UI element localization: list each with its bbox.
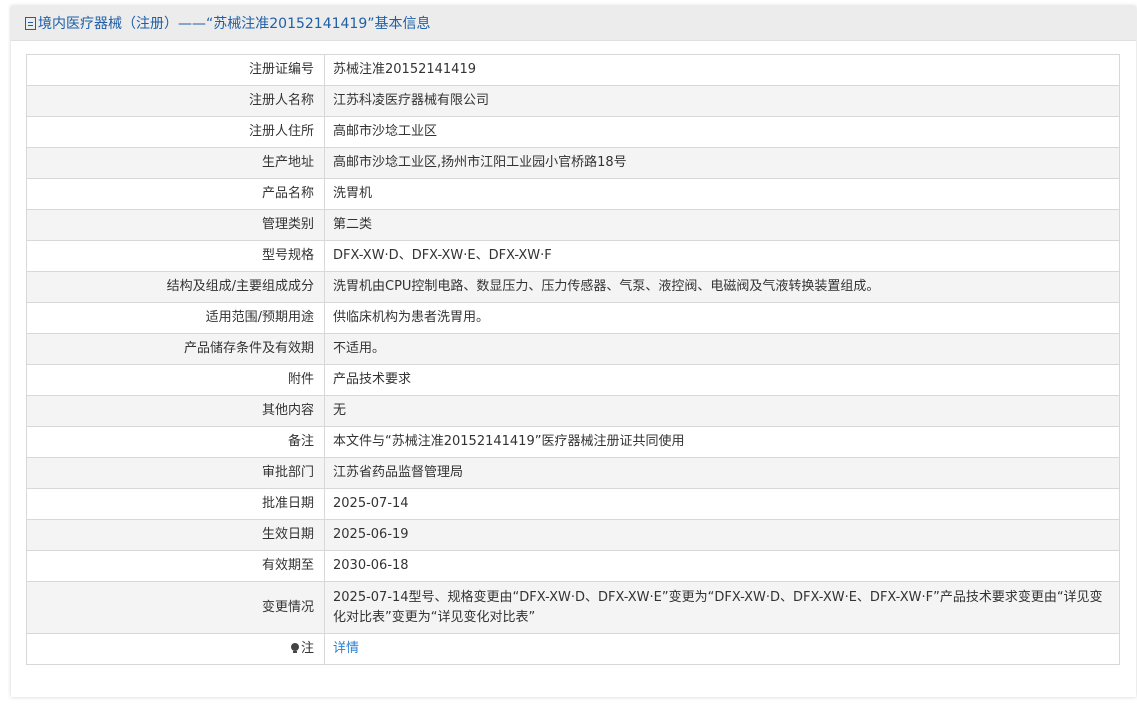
info-panel: 境内医疗器械（注册）——“苏械注准20152141419”基本信息 注册证编号 …: [11, 6, 1136, 697]
table-row: 有效期至 2030-06-18: [26, 550, 1120, 582]
row-value: 本文件与“苏械注准20152141419”医疗器械注册证共同使用: [324, 426, 1120, 458]
row-value: 第二类: [324, 209, 1120, 241]
row-label: 备注: [26, 426, 325, 458]
row-value: 2030-06-18: [324, 550, 1120, 582]
table-row: 审批部门 江苏省药品监督管理局: [26, 457, 1120, 489]
row-label: 注册人住所: [26, 116, 325, 148]
row-label: 结构及组成/主要组成成分: [26, 271, 325, 303]
row-value: DFX-XW·D、DFX-XW·E、DFX-XW·F: [324, 240, 1120, 272]
row-label: 变更情况: [26, 581, 325, 634]
table-row: 产品名称 洗胃机: [26, 178, 1120, 210]
row-label: 产品名称: [26, 178, 325, 210]
row-label: 管理类别: [26, 209, 325, 241]
table-row: 产品储存条件及有效期 不适用。: [26, 333, 1120, 365]
row-value: 高邮市沙埝工业区: [324, 116, 1120, 148]
info-table-wrapper: 注册证编号 苏械注准20152141419 注册人名称 江苏科凌医疗器械有限公司…: [26, 54, 1120, 665]
row-value: 无: [324, 395, 1120, 427]
row-label: 审批部门: [26, 457, 325, 489]
note-label-cell: 注: [26, 633, 325, 665]
row-value: 江苏科凌医疗器械有限公司: [324, 85, 1120, 117]
table-row: 生效日期 2025-06-19: [26, 519, 1120, 551]
row-value: 供临床机构为患者洗胃用。: [324, 302, 1120, 334]
row-value: 洗胃机由CPU控制电路、数显压力、压力传感器、气泵、液控阀、电磁阀及气液转换装置…: [324, 271, 1120, 303]
row-label: 生产地址: [26, 147, 325, 179]
row-value: 产品技术要求: [324, 364, 1120, 396]
row-label: 生效日期: [26, 519, 325, 551]
row-value: 高邮市沙埝工业区,扬州市江阳工业园小官桥路18号: [324, 147, 1120, 179]
table-row: 其他内容 无: [26, 395, 1120, 427]
row-value: 不适用。: [324, 333, 1120, 365]
row-label: 有效期至: [26, 550, 325, 582]
document-icon: [25, 16, 36, 30]
table-row: 适用范围/预期用途 供临床机构为患者洗胃用。: [26, 302, 1120, 334]
table-row: 批准日期 2025-07-14: [26, 488, 1120, 520]
table-row: 注册人名称 江苏科凌医疗器械有限公司: [26, 85, 1120, 117]
row-label: 批准日期: [26, 488, 325, 520]
row-label: 附件: [26, 364, 325, 396]
row-value: 2025-07-14: [324, 488, 1120, 520]
table-row: 注册人住所 高邮市沙埝工业区: [26, 116, 1120, 148]
row-value: 苏械注准20152141419: [324, 54, 1120, 86]
table-row: 生产地址 高邮市沙埝工业区,扬州市江阳工业园小官桥路18号: [26, 147, 1120, 179]
row-value: 江苏省药品监督管理局: [324, 457, 1120, 489]
row-label: 注册证编号: [26, 54, 325, 86]
row-label: 型号规格: [26, 240, 325, 272]
row-value: 2025-07-14型号、规格变更由“DFX-XW·D、DFX-XW·E”变更为…: [324, 581, 1120, 634]
table-row: 附件 产品技术要求: [26, 364, 1120, 396]
note-label: 注: [300, 641, 314, 656]
note-value-cell: 详情: [324, 633, 1120, 665]
table-row: 备注 本文件与“苏械注准20152141419”医疗器械注册证共同使用: [26, 426, 1120, 458]
row-label: 产品储存条件及有效期: [26, 333, 325, 365]
row-value: 2025-06-19: [324, 519, 1120, 551]
row-label: 注册人名称: [26, 85, 325, 117]
page-title: 境内医疗器械（注册）——“苏械注准20152141419”基本信息: [38, 16, 431, 32]
table-row: 结构及组成/主要组成成分 洗胃机由CPU控制电路、数显压力、压力传感器、气泵、液…: [26, 271, 1120, 303]
table-row: 型号规格 DFX-XW·D、DFX-XW·E、DFX-XW·F: [26, 240, 1120, 272]
row-label: 适用范围/预期用途: [26, 302, 325, 334]
row-value: 洗胃机: [324, 178, 1120, 210]
bulb-icon: [290, 643, 299, 653]
panel-header: 境内医疗器械（注册）——“苏械注准20152141419”基本信息: [11, 6, 1136, 41]
details-link[interactable]: 详情: [333, 641, 359, 656]
row-label: 其他内容: [26, 395, 325, 427]
table-row: 变更情况 2025-07-14型号、规格变更由“DFX-XW·D、DFX-XW·…: [26, 581, 1120, 634]
table-row: 管理类别 第二类: [26, 209, 1120, 241]
note-row: 注 详情: [26, 633, 1120, 665]
info-table: 注册证编号 苏械注准20152141419 注册人名称 江苏科凌医疗器械有限公司…: [26, 54, 1120, 665]
table-row: 注册证编号 苏械注准20152141419: [26, 54, 1120, 86]
